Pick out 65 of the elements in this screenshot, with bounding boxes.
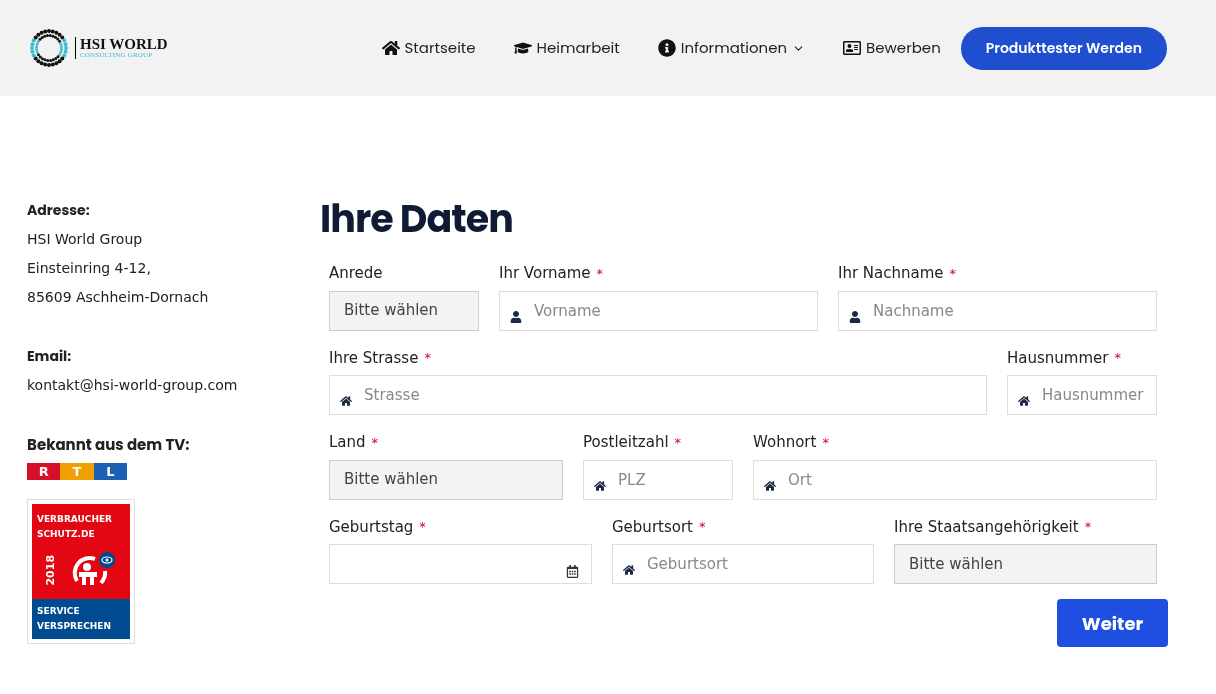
home-icon xyxy=(340,395,352,407)
input-field[interactable]: Hausnummer xyxy=(1007,375,1157,415)
input-field[interactable]: Strasse xyxy=(329,375,987,415)
calendar-icon xyxy=(566,564,579,578)
select-field[interactable]: Bitte wählen xyxy=(894,544,1157,584)
required-asterisk: * xyxy=(949,264,957,283)
input-field[interactable]: Geburtsort xyxy=(612,544,874,584)
seal-text: VERBRAUCHER xyxy=(37,512,114,526)
email-label: Email: xyxy=(27,346,73,367)
field-label: Wohnort xyxy=(753,432,817,453)
nav-link[interactable]: Bewerben xyxy=(843,36,941,60)
input-field[interactable]: PLZ xyxy=(583,459,733,500)
home-icon xyxy=(381,39,400,57)
field-label: Ihre Strasse xyxy=(329,347,419,369)
nav-link[interactable]: Heimarbeit xyxy=(513,36,620,60)
info-icon xyxy=(657,39,676,57)
seal-text: VERSPRECHEN xyxy=(37,619,113,633)
seal-year: 2018 xyxy=(43,554,59,586)
address-line: Einsteinring 4-12, xyxy=(27,259,152,278)
nav-link[interactable]: Informationen xyxy=(657,36,806,60)
field-label: Anrede xyxy=(329,263,383,284)
logo-title: HSI WORLD xyxy=(80,37,168,52)
field-label: Hausnummer xyxy=(1007,347,1109,369)
person-icon xyxy=(510,310,522,323)
field-label: Geburtsort xyxy=(612,516,693,538)
field-label: Postleitzahl xyxy=(583,432,669,453)
field-label: Land xyxy=(329,432,366,453)
input-field[interactable]: Vorname xyxy=(499,290,818,331)
person-icon xyxy=(849,310,861,323)
address-line: HSI World Group xyxy=(27,230,144,249)
field-label: Ihre Staatsangehörigkeit xyxy=(894,516,1079,538)
required-asterisk: * xyxy=(424,349,431,367)
input-field[interactable]: Ort xyxy=(753,459,1157,500)
seal-text: SERVICE xyxy=(37,604,81,618)
address-line: 85609 Aschheim-Dornach xyxy=(27,288,210,307)
home-icon xyxy=(623,564,635,576)
date-field[interactable] xyxy=(329,544,592,584)
home-icon xyxy=(1018,395,1030,407)
nav-link[interactable]: Startseite xyxy=(381,36,476,60)
submit-button[interactable]: Weiter xyxy=(1057,599,1168,647)
cta-button[interactable]: Produkttester Werden xyxy=(960,26,1167,70)
required-asterisk: * xyxy=(1084,518,1092,536)
seal-text: SCHUTZ.DE xyxy=(37,527,96,541)
id-card-icon xyxy=(843,39,862,57)
select-field[interactable]: Bitte wählen xyxy=(329,290,479,331)
tv-logo: R T L xyxy=(27,462,127,480)
required-asterisk: * xyxy=(1114,349,1121,367)
logo-ring-icon xyxy=(27,26,71,70)
form-title: Ihre Daten xyxy=(320,200,514,238)
home-icon xyxy=(594,479,606,492)
field-label: Ihr Nachname xyxy=(838,263,944,284)
field-label: Geburtstag xyxy=(329,516,414,538)
input-field[interactable]: Nachname xyxy=(838,290,1157,331)
address-label: Adresse: xyxy=(27,200,91,221)
required-asterisk: * xyxy=(699,518,706,536)
required-asterisk: * xyxy=(596,264,604,283)
home-icon xyxy=(764,479,776,492)
required-asterisk: * xyxy=(822,433,829,452)
required-asterisk: * xyxy=(419,518,426,536)
required-asterisk: * xyxy=(371,433,379,452)
select-field[interactable]: Bitte wählen xyxy=(329,459,563,500)
tv-label: Bekannt aus dem TV: xyxy=(27,434,191,457)
email-address: kontakt@hsi-world-group.com xyxy=(27,376,239,395)
required-asterisk: * xyxy=(674,433,682,452)
field-label: Ihr Vorname xyxy=(499,263,591,284)
